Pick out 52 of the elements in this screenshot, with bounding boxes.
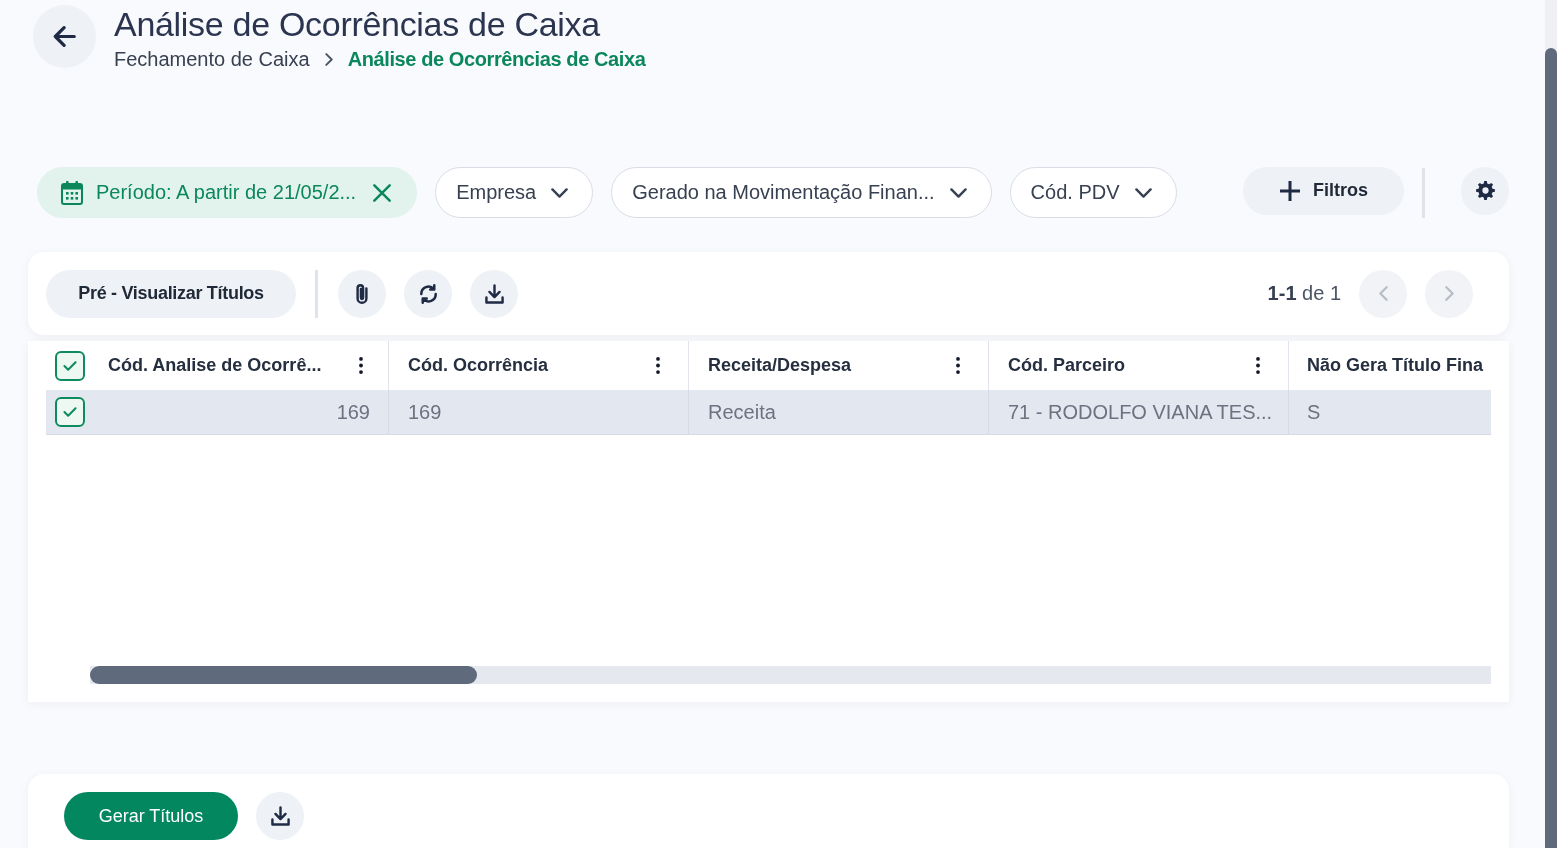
settings-icon <box>1475 181 1495 200</box>
filter-chip[interactable]: Gerado na Movimentação Finan... <box>611 167 992 218</box>
add-filter-button[interactable]: Filtros <box>1243 166 1404 215</box>
download-button[interactable] <box>470 269 518 318</box>
chevron-down-icon <box>551 187 569 198</box>
horizontal-scrollbar[interactable] <box>90 666 1491 684</box>
table-cell: 169 <box>336 400 370 424</box>
refresh-icon <box>418 283 438 304</box>
close-icon[interactable] <box>373 183 392 202</box>
chevron-down-icon <box>949 187 967 198</box>
more-vertical-icon[interactable] <box>359 357 363 374</box>
attach-button[interactable] <box>338 269 386 318</box>
select-all-checkbox[interactable] <box>55 350 85 381</box>
column-header[interactable]: Não Gera Título Fina <box>1307 355 1484 376</box>
column-header[interactable]: Cód. Parceiro <box>1008 355 1126 376</box>
column-header[interactable]: Cód. Ocorrência <box>408 355 549 376</box>
table-cell: Receita <box>708 400 776 424</box>
refresh-button[interactable] <box>404 269 452 318</box>
paperclip-icon <box>356 283 368 304</box>
settings-button[interactable] <box>1461 166 1509 215</box>
preview-button[interactable]: Pré - Visualizar Títulos <box>46 269 296 318</box>
download-icon <box>270 806 290 826</box>
filter-chip[interactable]: Cód. PDV <box>1009 167 1177 218</box>
chevron-right-icon <box>1444 286 1454 301</box>
calendar-icon <box>61 180 83 205</box>
page-title: Análise de Ocorrências de Caixa <box>114 5 602 43</box>
filter-chip[interactable]: Empresa <box>435 167 594 218</box>
chevron-down-icon <box>1134 187 1152 198</box>
more-vertical-icon[interactable] <box>1256 357 1260 374</box>
table-cell: 169 <box>408 400 442 424</box>
table-cell: 71 - RODOLFO VIANA TES... <box>1008 400 1273 424</box>
scrollbar-thumb[interactable] <box>90 666 477 684</box>
check-icon <box>63 360 77 371</box>
back-arrow-icon <box>53 26 76 47</box>
more-vertical-icon[interactable] <box>656 357 660 374</box>
table-row[interactable]: 169 169 Receita 71 - RODOLFO VIANA TES... S <box>46 390 1491 435</box>
filter-chip[interactable]: Período: A partir de 21/05/2... <box>37 167 418 218</box>
column-header[interactable]: Cód. Analise de Ocorrê... <box>108 355 322 376</box>
column-header[interactable]: Receita/Despesa <box>708 355 852 376</box>
pagination-range: 1-1 de 1 <box>1267 282 1341 305</box>
more-vertical-icon[interactable] <box>956 357 960 374</box>
chevron-left-icon <box>1378 286 1388 301</box>
generate-button[interactable]: Gerar Títulos <box>64 792 238 840</box>
plus-icon <box>1279 179 1301 202</box>
check-icon <box>63 407 77 417</box>
download-icon <box>484 283 504 304</box>
breadcrumb-current: Análise de Ocorrências de Caixa <box>347 47 646 71</box>
download-button[interactable] <box>256 792 304 840</box>
row-checkbox[interactable] <box>55 397 85 427</box>
breadcrumb-link[interactable]: Fechamento de Caixa <box>114 47 310 71</box>
chevron-right-icon <box>324 52 333 66</box>
table-cell: S <box>1307 400 1321 424</box>
